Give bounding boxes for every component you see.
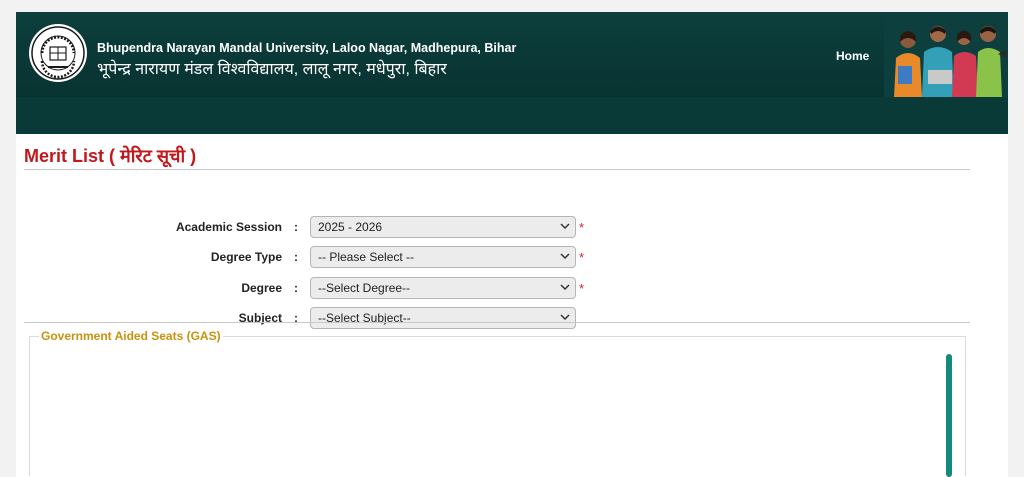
university-name-hindi: भूपेन्द्र नारायण मंडल विश्वविद्यालय, लाल…: [97, 61, 447, 78]
university-logo-icon: [29, 24, 87, 82]
chevron-down-icon: [560, 284, 570, 291]
degree-type-colon: :: [294, 250, 298, 264]
required-asterisk: *: [579, 250, 585, 265]
site-header: Bhupendra Narayan Mandal University, Lal…: [16, 12, 1008, 97]
degree-colon: :: [294, 281, 298, 295]
chevron-down-icon: [560, 253, 570, 260]
academic-session-select[interactable]: 2025 - 2026: [310, 216, 576, 238]
degree-type-label: Degree Type: [210, 250, 282, 264]
title-divider: [24, 169, 970, 170]
scrollbar-thumb[interactable]: [946, 354, 952, 477]
degree-value: --Select Degree--: [318, 281, 411, 295]
academic-session-colon: :: [294, 220, 298, 234]
academic-session-label: Academic Session: [175, 220, 282, 234]
required-asterisk: *: [579, 220, 585, 235]
degree-type-value: -- Please Select --: [318, 250, 415, 264]
university-name-english: Bhupendra Narayan Mandal University, Lal…: [97, 41, 517, 55]
degree-label: Degree: [241, 281, 282, 295]
nav-home-link[interactable]: Home: [836, 49, 869, 63]
header-subbar: [16, 97, 1008, 134]
form-divider: [24, 322, 970, 323]
academic-session-value: 2025 - 2026: [318, 220, 383, 234]
required-asterisk: *: [579, 281, 585, 296]
chevron-down-icon: [560, 223, 570, 230]
subject-select[interactable]: --Select Subject--: [310, 307, 576, 329]
degree-select[interactable]: --Select Degree--: [310, 277, 576, 299]
page-title: Merit List ( मेरिट सूची ): [24, 146, 197, 166]
gas-section-box: [29, 336, 966, 476]
degree-type-select[interactable]: -- Please Select --: [310, 246, 576, 268]
gas-section-legend: Government Aided Seats (GAS): [39, 329, 223, 343]
students-banner-image: [884, 12, 1008, 97]
